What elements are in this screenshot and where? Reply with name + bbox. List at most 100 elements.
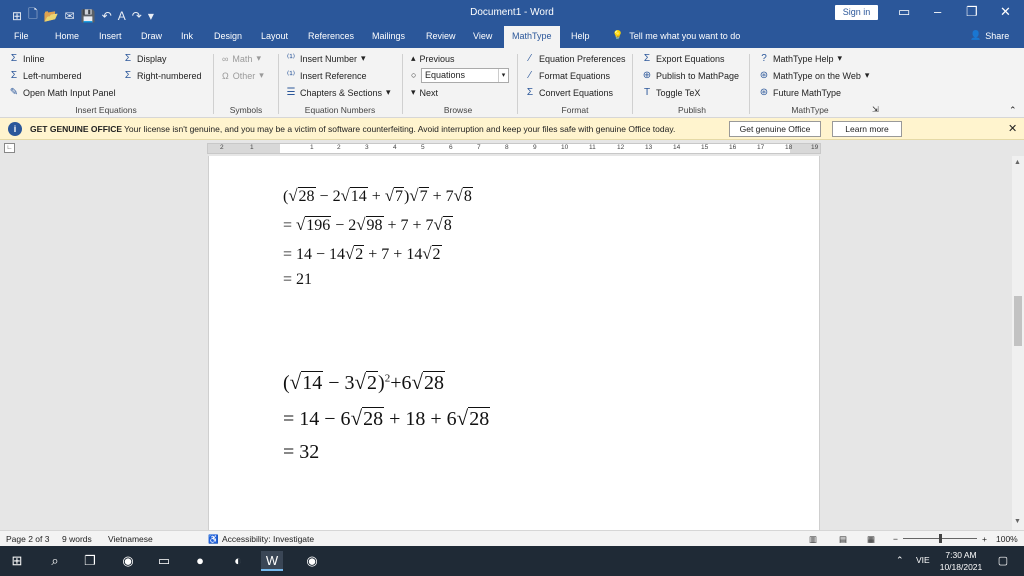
ribbon-display-options-icon[interactable]: ▭ (898, 4, 910, 20)
equation-line[interactable]: = 21 (283, 271, 312, 289)
convert-equations-button[interactable]: Σ Convert Equations (525, 87, 613, 98)
infobar-heading: GET GENUINE OFFICE (30, 124, 123, 134)
search-icon[interactable]: ⌕ (44, 551, 66, 571)
tab-selector-icon[interactable]: ∟ (4, 143, 15, 153)
tab-insert[interactable]: Insert (99, 31, 122, 41)
insert-number-button[interactable]: ⁽¹⁾ Insert Number ▾ (286, 53, 366, 64)
minimize-icon[interactable]: – (934, 4, 941, 19)
tell-me-label: Tell me what you want to do (629, 30, 741, 41)
get-genuine-office-button[interactable]: Get genuine Office (729, 121, 821, 137)
equation-line[interactable]: (√14 − 3√2)2+6√28 (283, 370, 445, 395)
zoom-slider-thumb[interactable] (939, 534, 942, 543)
tab-file[interactable]: File (14, 31, 29, 41)
display-button[interactable]: Σ Display (123, 53, 167, 64)
sign-in-button[interactable]: Sign in (835, 5, 878, 20)
chrome-profile-icon[interactable]: ◉ (301, 551, 323, 571)
math-symbols-button[interactable]: ∞ Math ▾ (222, 53, 261, 64)
learn-more-button[interactable]: Learn more (832, 121, 902, 137)
scrollbar-thumb[interactable] (1014, 296, 1022, 346)
chrome-icon[interactable]: ◉ (117, 551, 139, 571)
equation-preferences-button[interactable]: ⁄ Equation Preferences (525, 53, 625, 64)
file-explorer-icon[interactable]: ▭ (153, 551, 175, 571)
insert-reference-button[interactable]: ⁽¹⁾ Insert Reference (286, 70, 367, 81)
publish-to-mathpage-button[interactable]: ⊕ Publish to MathPage (642, 70, 739, 81)
format-equations-button[interactable]: ⁄ Format Equations (525, 70, 610, 81)
accessibility-status[interactable]: Accessibility: Investigate (222, 534, 314, 544)
tab-mathtype[interactable]: MathType (504, 26, 560, 48)
equation-line[interactable]: = 32 (283, 441, 319, 464)
next-button[interactable]: ▾ Next (411, 87, 438, 98)
zoom-app-icon[interactable]: ● (189, 551, 211, 571)
tab-layout[interactable]: Layout (261, 31, 288, 41)
status-bar: Page 2 of 3 9 words Vietnamese ♿ Accessi… (0, 530, 1024, 546)
scroll-down-icon[interactable]: ▼ (1014, 518, 1021, 525)
tex-icon: T (643, 87, 651, 98)
vertical-scrollbar[interactable]: ▲ ▼ (1012, 156, 1024, 530)
share-label: Share (985, 30, 1010, 41)
system-clock[interactable]: 7:30 AM 10/18/2021 (936, 549, 986, 573)
zoom-out-icon[interactable]: − (893, 534, 898, 544)
tab-help[interactable]: Help (571, 31, 590, 41)
equation-line[interactable]: (√28 − 2√14 + √7)√7 + 7√8 (283, 186, 473, 206)
pen-icon: ✎ (9, 87, 19, 98)
tab-review[interactable]: Review (426, 31, 456, 41)
input-language[interactable]: VIE (916, 555, 930, 565)
document-page[interactable]: (√28 − 2√14 + √7)√7 + 7√8 = √196 − 2√98 … (208, 156, 820, 530)
ruler-number: 16 (729, 144, 737, 151)
left-numbered-button[interactable]: Σ Left-numbered (9, 70, 82, 81)
export-equations-button[interactable]: Σ Export Equations (642, 53, 725, 64)
word-icon[interactable]: W (261, 551, 283, 571)
word-count[interactable]: 9 words (62, 534, 92, 544)
tab-references[interactable]: References (308, 31, 354, 41)
print-layout-icon[interactable]: ▤ (839, 534, 847, 545)
toggle-tex-button[interactable]: T Toggle TeX (642, 87, 700, 98)
radical: √28 (411, 370, 445, 394)
zoom-level[interactable]: 100% (996, 534, 1018, 544)
arrow-up-icon: ▴ (411, 53, 416, 63)
radical: √8 (453, 186, 473, 205)
group-divider (517, 54, 518, 114)
scroll-up-icon[interactable]: ▲ (1014, 159, 1021, 166)
close-icon[interactable]: ✕ (1008, 122, 1017, 135)
ribbon-dialog-launcher-icon[interactable]: ⇲ (872, 105, 879, 114)
mathtype-help-button[interactable]: ? MathType Help ▾ (759, 53, 842, 64)
equation-line[interactable]: = 14 − 6√28 + 18 + 6√28 (283, 406, 491, 431)
restore-icon[interactable]: ❐ (966, 4, 978, 20)
language-indicator[interactable]: Vietnamese (108, 534, 153, 544)
page-count[interactable]: Page 2 of 3 (6, 534, 49, 544)
other-symbols-button[interactable]: Ω Other ▾ (222, 70, 264, 81)
web-layout-icon[interactable]: ▦ (867, 534, 875, 545)
windows-start-icon[interactable]: ⊞ (6, 551, 28, 571)
tell-me-search[interactable]: 💡 Tell me what you want to do (612, 30, 740, 41)
sigma-icon: Σ (10, 53, 18, 64)
tab-home[interactable]: Home (55, 31, 79, 41)
browse-type-radio[interactable]: ○ (411, 70, 416, 80)
infinity-icon: ∞ (222, 53, 229, 64)
right-numbered-button[interactable]: Σ Right-numbered (123, 70, 202, 81)
read-mode-icon[interactable]: ▥ (809, 534, 817, 545)
equation-line[interactable]: = 14 − 14√2 + 7 + 14√2 (283, 244, 442, 264)
horizontal-ruler[interactable]: 2 1 1 2 3 4 5 6 7 8 9 10 11 12 13 14 15 … (207, 143, 821, 154)
share-button[interactable]: 👤 Share (970, 30, 1009, 41)
chevron-up-icon[interactable]: ⌃ (896, 555, 904, 566)
task-view-icon[interactable]: ❐ (79, 551, 101, 571)
tab-ink[interactable]: Ink (181, 31, 193, 41)
tab-view[interactable]: View (473, 31, 492, 41)
tab-design[interactable]: Design (214, 31, 242, 41)
open-math-input-panel-button[interactable]: ✎ Open Math Input Panel (9, 87, 116, 98)
mathtype-on-the-web-button[interactable]: ⊛ MathType on the Web ▾ (759, 70, 870, 81)
close-icon[interactable]: ✕ (1000, 4, 1011, 20)
browse-type-select[interactable]: Equations ▾ (421, 68, 509, 83)
chapters-sections-button[interactable]: ☰ Chapters & Sections ▾ (286, 87, 391, 98)
tab-draw[interactable]: Draw (141, 31, 162, 41)
collapse-ribbon-icon[interactable]: ⌃ (1009, 105, 1017, 116)
tab-mailings[interactable]: Mailings (372, 31, 405, 41)
inline-button[interactable]: Σ Inline (9, 53, 45, 64)
previous-button[interactable]: ▴ Previous (411, 53, 455, 64)
equation-line[interactable]: = √196 − 2√98 + 7 + 7√8 (283, 215, 453, 235)
sigma-icon: Σ (10, 70, 18, 81)
future-mathtype-button[interactable]: ⊛ Future MathType (759, 87, 841, 98)
zoom-in-icon[interactable]: + (982, 534, 987, 544)
edge-icon[interactable]: ◐ (227, 551, 249, 571)
notification-icon[interactable]: ▢ (992, 551, 1014, 571)
